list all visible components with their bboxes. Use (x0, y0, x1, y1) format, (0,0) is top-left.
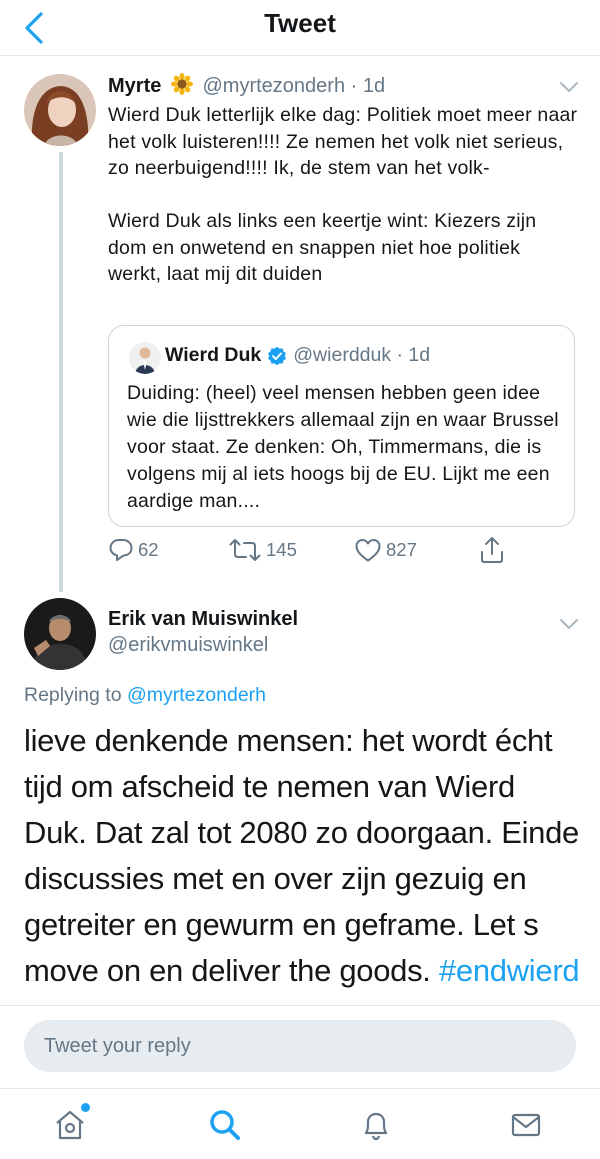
reply-input[interactable]: Tweet your reply (24, 1020, 576, 1072)
quote-author-handle-time: @wierdduk · 1d (293, 344, 431, 366)
author-name[interactable]: Myrte (108, 75, 161, 97)
author-handle[interactable]: @erikvmuiswinkel (108, 634, 268, 657)
search-icon (210, 1110, 240, 1140)
reply-button[interactable]: 62 (108, 537, 159, 563)
avatar-erik[interactable] (24, 598, 96, 670)
author-handle-time[interactable]: @myrtezonderh · 1d (202, 75, 385, 97)
retweet-button[interactable]: 145 (228, 537, 297, 563)
page-title: Tweet (264, 8, 336, 38)
avatar-myrte[interactable] (24, 74, 96, 146)
avatar-image (24, 74, 96, 146)
author-name[interactable]: Erik van Muiswinkel (108, 608, 298, 631)
quoted-tweet[interactable]: Wierd Duk @wierdduk · 1d Duiding: (heel)… (108, 325, 575, 527)
retweet-count: 145 (266, 539, 297, 560)
replying-handle-link[interactable]: @myrtezonderh (127, 684, 266, 706)
avatar-wierd-duk (129, 342, 161, 374)
tweet1-header: Myrte @myrtezonderh · 1d (108, 73, 385, 98)
new-content-dot (81, 1103, 90, 1112)
like-count: 827 (386, 539, 417, 560)
tweet-actions: 62 145 827 (108, 535, 578, 571)
home-icon (56, 1110, 84, 1140)
tab-search[interactable] (203, 1103, 247, 1147)
quote-author-name: Wierd Duk (165, 344, 262, 366)
share-icon (481, 537, 503, 563)
verified-badge-icon (268, 346, 287, 365)
retweet-icon (229, 539, 261, 561)
top-bar: Tweet (0, 0, 600, 56)
thread-line (59, 152, 63, 592)
tweet2-text: lieve denkende mensen: het wordt écht ti… (24, 718, 584, 994)
replying-prefix: Replying to (24, 684, 127, 706)
chevron-down-icon[interactable] (556, 611, 582, 637)
share-button[interactable] (478, 535, 510, 565)
tab-notifications[interactable] (354, 1103, 398, 1147)
bell-icon (364, 1112, 388, 1141)
quote-text: Duiding: (heel) veel mensen hebben geen … (127, 382, 559, 512)
heart-icon (355, 539, 381, 562)
reply-count: 62 (138, 539, 159, 560)
tab-messages[interactable] (504, 1103, 548, 1147)
avatar-image (24, 598, 96, 670)
envelope-icon (511, 1113, 541, 1137)
tweet1-text: Wierd Duk letterlijk elke dag: Politiek … (108, 104, 578, 285)
tweet2-body: lieve denkende mensen: het wordt écht ti… (24, 723, 579, 988)
chevron-down-icon[interactable] (556, 74, 582, 100)
divider (0, 1005, 600, 1006)
reply-placeholder: Tweet your reply (44, 1034, 191, 1057)
hashtag-link[interactable]: #endwierd (439, 953, 580, 988)
replying-to: Replying to @myrtezonderh (24, 684, 266, 707)
quote-header: Wierd Duk @wierdduk · 1d (165, 344, 430, 367)
reply-icon (109, 539, 133, 561)
tab-bar (0, 1089, 600, 1159)
tab-home[interactable] (48, 1103, 92, 1147)
like-button[interactable]: 827 (354, 537, 417, 563)
sunflower-emoji (170, 73, 193, 95)
